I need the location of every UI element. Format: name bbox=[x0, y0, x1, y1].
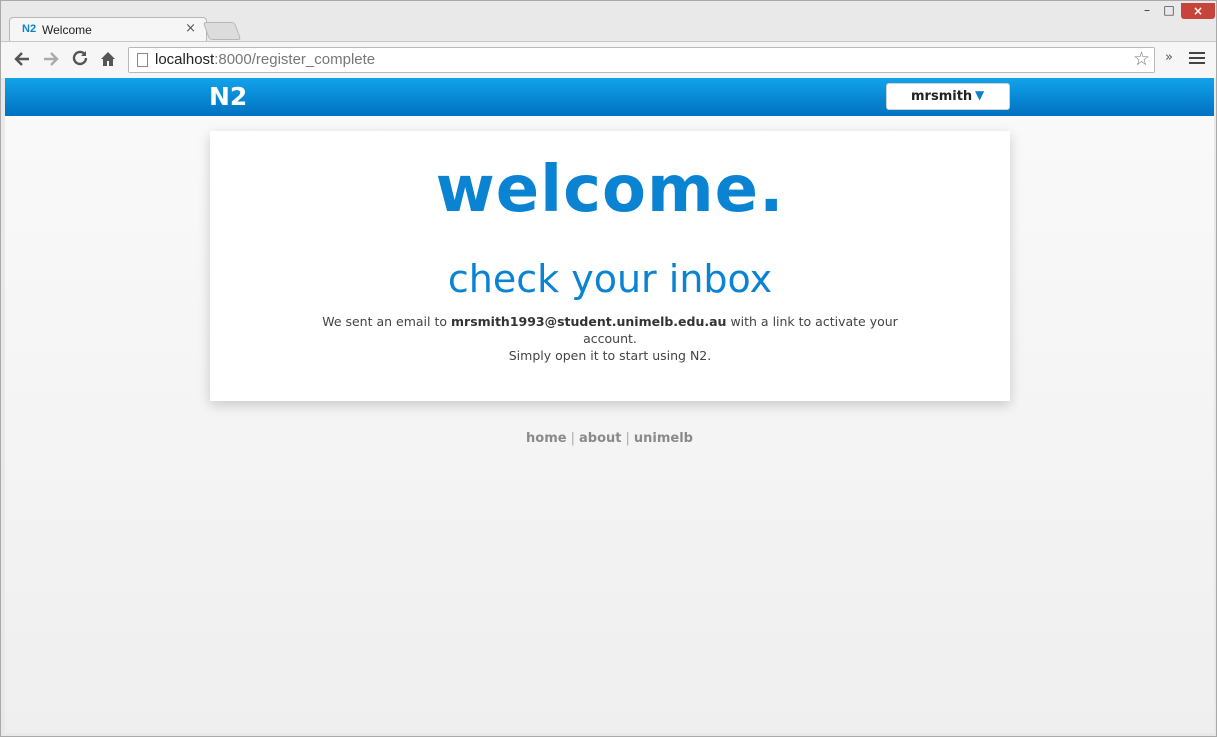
user-menu-dropdown[interactable]: mrsmith ▼ bbox=[886, 83, 1010, 110]
browser-toolbar: localhost:8000/register_complete ☆ » bbox=[1, 41, 1216, 78]
check-inbox-heading: check your inbox bbox=[447, 257, 773, 301]
email-address: mrsmith1993@student.unimelb.edu.au bbox=[451, 314, 727, 329]
username-label: mrsmith bbox=[911, 89, 973, 104]
footer-link-home[interactable]: home bbox=[526, 431, 567, 446]
back-arrow-icon[interactable] bbox=[12, 49, 32, 69]
footer-link-unimelb[interactable]: unimelb bbox=[634, 431, 693, 446]
tab-title: Welcome bbox=[42, 23, 92, 37]
page-icon bbox=[137, 53, 148, 67]
site-navbar: N2 mrsmith ▼ bbox=[5, 78, 1214, 116]
reload-icon[interactable] bbox=[70, 49, 90, 69]
title-bar: N2 Welcome × – □ × bbox=[1, 1, 1216, 42]
footer-separator: | bbox=[570, 431, 575, 446]
browser-menu-icon[interactable] bbox=[1189, 49, 1205, 67]
close-window-button[interactable]: × bbox=[1181, 3, 1215, 19]
browser-tab[interactable]: N2 Welcome × bbox=[9, 17, 207, 42]
url-text[interactable]: localhost:8000/register_complete bbox=[155, 51, 375, 68]
message-line-2: Simply open it to start using N2. bbox=[508, 348, 712, 363]
page-viewport: N2 mrsmith ▼ welcome. check your inbox W… bbox=[5, 78, 1214, 733]
extensions-overflow-button[interactable]: » bbox=[1165, 50, 1173, 65]
url-path: :8000/register_complete bbox=[214, 51, 376, 68]
tab-favicon-icon: N2 bbox=[22, 23, 37, 35]
address-bar[interactable]: localhost:8000/register_complete ☆ bbox=[128, 47, 1155, 73]
minimize-button[interactable]: – bbox=[1137, 3, 1157, 19]
bookmark-star-icon[interactable]: ☆ bbox=[1133, 48, 1150, 70]
activation-message: We sent an email to mrsmith1993@student.… bbox=[320, 313, 900, 364]
home-icon[interactable] bbox=[98, 49, 118, 69]
message-text-before: We sent an email to bbox=[322, 314, 452, 329]
caret-down-icon: ▼ bbox=[975, 88, 985, 102]
footer-link-about[interactable]: about bbox=[579, 431, 621, 446]
brand-logo[interactable]: N2 bbox=[209, 82, 247, 111]
welcome-card: welcome. check your inbox We sent an ema… bbox=[210, 131, 1010, 401]
welcome-heading: welcome. bbox=[435, 153, 785, 227]
footer-separator: | bbox=[625, 431, 630, 446]
new-tab-button[interactable] bbox=[202, 22, 242, 40]
tab-close-icon[interactable]: × bbox=[185, 21, 196, 36]
url-host: localhost bbox=[155, 51, 215, 68]
footer-links: home | about | unimelb bbox=[5, 431, 1214, 446]
forward-arrow-icon[interactable] bbox=[41, 49, 61, 69]
browser-window: N2 Welcome × – □ × localhost:8000/regist… bbox=[0, 0, 1217, 737]
maximize-button[interactable]: □ bbox=[1159, 3, 1179, 19]
